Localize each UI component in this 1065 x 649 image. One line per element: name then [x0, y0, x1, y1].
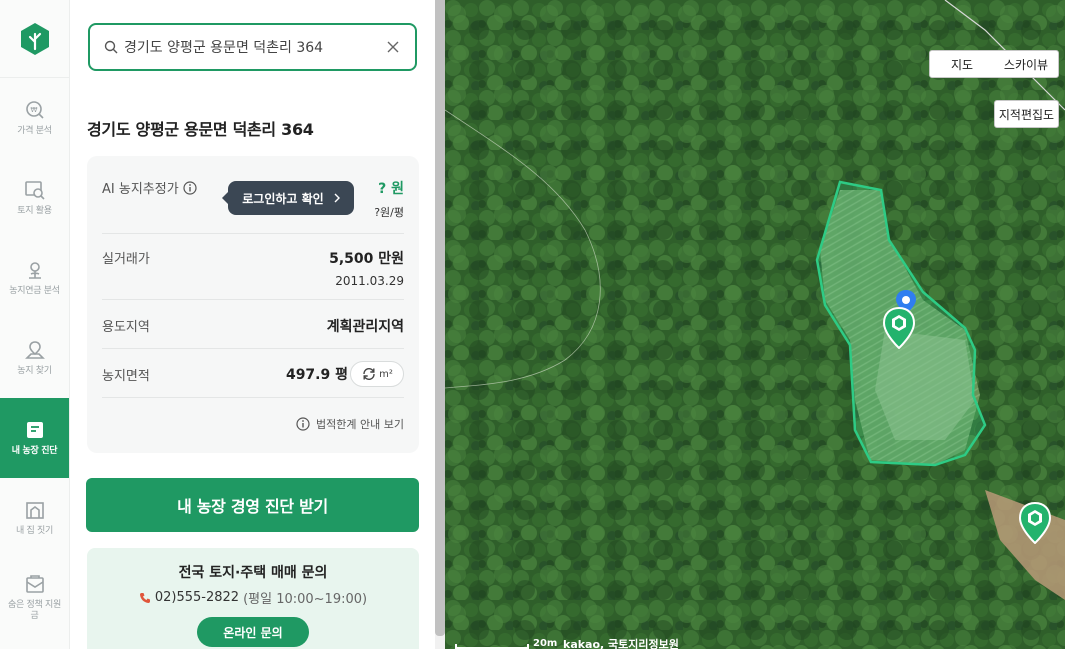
unit-toggle-button[interactable]: m²: [350, 361, 404, 387]
policy-subsidy-icon: [25, 575, 44, 593]
farm-diagnosis-button[interactable]: 내 농장 경영 진단 받기: [86, 478, 419, 532]
nav-label: 농지 찾기: [17, 365, 52, 376]
land-use-icon: [24, 180, 45, 200]
nav-label: 토지 활용: [17, 205, 52, 216]
inquiry-phone-line: 02)555-2822 (평일 10:00~19:00): [87, 588, 419, 607]
search-box: [88, 23, 417, 71]
inquiry-title: 전국 토지·주택 매매 문의: [178, 565, 328, 581]
deal-date-value: 2011.03.29: [335, 274, 404, 288]
address-title: 경기도 양평군 용문면 덕촌리 364: [87, 120, 314, 139]
nav-label: 농지연금 분석: [9, 285, 60, 296]
online-inquiry-button[interactable]: 온라인 문의: [197, 617, 309, 647]
nav-rail: ₩ 가격 분석 토지 활용 농지연금 분석 농지 찾기 내 농장 진단 내 집 …: [0, 0, 70, 649]
nav-item-policy-subsidy[interactable]: 숨은 정책 지원금: [0, 558, 69, 638]
inquiry-phone[interactable]: 02)555-2822: [155, 590, 239, 605]
land-info-card: AI 농지추정가 로그인하고 확인 ? 원 ?원/평 실거래가 5,500 만원…: [87, 156, 419, 453]
deal-price-label: 실거래가: [102, 252, 150, 267]
scrollbar-thumb[interactable]: [435, 0, 445, 636]
svg-text:₩: ₩: [30, 106, 37, 114]
ai-price-label-wrap: AI 농지추정가: [102, 178, 197, 197]
login-tooltip-label: 로그인하고 확인: [242, 191, 324, 206]
scale-line: [455, 644, 529, 649]
phone-icon: [139, 592, 150, 603]
nav-item-land-use[interactable]: 토지 활용: [0, 158, 69, 238]
chevron-right-icon: [334, 193, 340, 203]
panel-scrollbar[interactable]: [435, 0, 445, 649]
close-icon: [387, 41, 399, 53]
ai-price-values: ? 원 ?원/평: [374, 178, 404, 220]
refresh-icon: [363, 367, 375, 381]
farm-marker-icon[interactable]: [882, 307, 916, 349]
ai-price-value: ? 원: [378, 181, 404, 197]
nav-label: 내 농장 진단: [11, 445, 58, 456]
area-value-wrap: 497.9 평 m²: [286, 361, 404, 387]
inquiry-hours: (평일 10:00~19:00): [243, 592, 368, 607]
price-analysis-icon: ₩: [25, 100, 44, 119]
map-copyright: kakao, 국토지리정보원: [563, 638, 679, 649]
zone-value: 계획관리지역: [326, 319, 404, 335]
logo-icon: [20, 22, 49, 55]
zone-row: 용도지역 계획관리지역: [102, 316, 404, 336]
legal-limit-link[interactable]: 법적한계 안내 보기: [296, 416, 404, 432]
search-input[interactable]: [124, 39, 383, 55]
area-row: 농지면적 497.9 평 m²: [102, 361, 404, 387]
nav-label: 가격 분석: [17, 125, 52, 136]
divider: [102, 233, 404, 234]
deal-price-values: 5,500 만원 2011.03.29: [329, 248, 404, 288]
divider: [102, 397, 404, 398]
nav-item-price-analysis[interactable]: ₩ 가격 분석: [0, 78, 69, 158]
deal-price-value: 5,500 만원: [329, 251, 404, 267]
scale-bar: 20m: [455, 638, 557, 649]
logo[interactable]: [0, 0, 69, 78]
build-house-icon: [25, 501, 44, 519]
legal-limit-label: 법적한계 안내 보기: [316, 418, 404, 431]
nav-item-find-farmland[interactable]: 농지 찾기: [0, 318, 69, 398]
satellite-imagery: [445, 0, 1065, 649]
clear-button[interactable]: [383, 37, 403, 57]
nav-item-farm-diagnosis[interactable]: 내 농장 진단: [0, 398, 69, 478]
info-icon: [296, 417, 310, 431]
area-label: 농지면적: [102, 368, 150, 384]
find-farmland-icon: [24, 340, 45, 359]
inquiry-box: 전국 토지·주택 매매 문의 02)555-2822 (평일 10:00~19:…: [87, 548, 419, 649]
divider: [102, 348, 404, 349]
nav-item-build-house[interactable]: 내 집 짓기: [0, 478, 69, 558]
nav-label: 숨은 정책 지원금: [7, 600, 61, 621]
map-type-skyview-button[interactable]: 스카이뷰: [994, 56, 1058, 73]
scale-distance: 20m: [533, 638, 558, 649]
farm-diagnosis-icon: [26, 421, 43, 438]
search-icon: [104, 40, 118, 54]
cadastral-map-button[interactable]: 지적편집도: [994, 100, 1059, 128]
farm-marker-icon[interactable]: [1018, 502, 1052, 544]
farmland-pension-icon: [28, 261, 41, 279]
detail-panel: 경기도 양평군 용문면 덕촌리 364 AI 농지추정가 로그인하고 확인 ? …: [70, 0, 435, 649]
nav-label: 내 집 짓기: [15, 525, 54, 536]
ai-price-label: AI 농지추정가: [102, 182, 179, 197]
zone-label: 용도지역: [102, 320, 150, 335]
map-type-control: 지도 스카이뷰: [929, 50, 1059, 78]
info-icon[interactable]: [183, 180, 197, 195]
unit-toggle-label: m²: [379, 368, 393, 380]
divider: [102, 299, 404, 300]
area-value: 497.9 평: [285, 367, 348, 383]
nav-item-farmland-pension[interactable]: 농지연금 분석: [0, 238, 69, 318]
deal-price-row: 실거래가 5,500 만원 2011.03.29: [102, 248, 404, 288]
map-view[interactable]: 지도 스카이뷰 지적편집도 20m kakao, 국토지리정보원: [445, 0, 1065, 649]
login-tooltip-button[interactable]: 로그인하고 확인: [222, 181, 354, 215]
map-type-map-button[interactable]: 지도: [930, 56, 994, 73]
ai-unit-price-value: ?원/평: [374, 206, 404, 219]
